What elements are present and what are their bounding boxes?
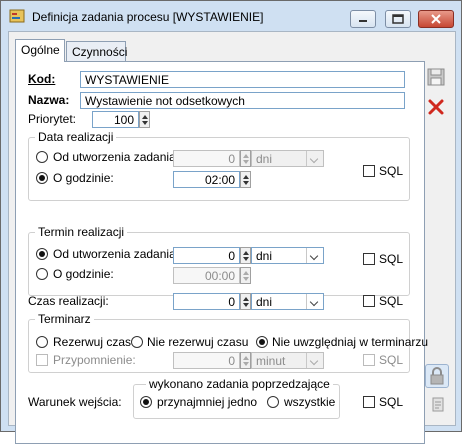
przypomnienie-spinner[interactable] [240, 352, 251, 369]
przypomnienie-label: Przypomnienie: [53, 353, 136, 367]
przynajmniej-jedno-label: przynajmniej jedno [157, 395, 258, 409]
data-sql-checkbox[interactable] [363, 165, 375, 177]
rezerwuj-czas-label: Rezerwuj czas [53, 335, 132, 349]
termin-od-radio[interactable] [36, 248, 48, 260]
warunek-sql-checkbox[interactable] [363, 396, 375, 408]
chevron-down-icon [306, 151, 323, 166]
tab-ogolne[interactable]: Ogólne [15, 39, 65, 62]
terminarz-sql-checkbox[interactable] [363, 354, 375, 366]
termin-realizacji-title: Termin realizacji [35, 225, 128, 239]
chevron-down-icon [306, 248, 323, 263]
nie-rezerwuj-czasu-label: Nie rezerwuj czasu [147, 335, 249, 349]
termin-o-godzinie-spinner[interactable] [240, 267, 251, 284]
lock-icon [430, 367, 444, 385]
general-panel: Kod: WYSTAWIENIE Nazwa: Wystawienie not … [15, 61, 429, 444]
nie-uwzgledniaj-label: Nie uwzględniaj w terminarzu [272, 335, 429, 349]
nazwa-label: Nazwa: [28, 93, 70, 107]
data-sql-label: SQL [379, 164, 404, 178]
data-od-label: Od utworzenia zadania: [53, 150, 180, 164]
czas-sql-label: SQL [379, 294, 404, 308]
nie-rezerwuj-czasu-radio[interactable] [131, 336, 143, 348]
data-od-radio[interactable] [36, 151, 48, 163]
przypomnienie-checkbox[interactable] [36, 354, 48, 366]
data-od-unit-select[interactable]: dni [251, 150, 324, 167]
termin-realizacji-group [28, 232, 410, 296]
lock-button[interactable] [425, 364, 449, 388]
document-history-icon [432, 397, 444, 412]
termin-od-field[interactable]: 0 [173, 247, 240, 264]
chevron-down-icon [306, 294, 323, 309]
kod-label: Kod: [28, 72, 56, 86]
process-task-icon [9, 9, 25, 23]
czas-sql-checkbox[interactable] [363, 295, 375, 307]
czas-realizacji-field[interactable]: 0 [173, 293, 240, 310]
kod-field[interactable]: WYSTAWIENIE [80, 71, 405, 88]
client-area: Ogólne Czynności Kod: WYSTAWIENIE Nazwa:… [8, 31, 456, 444]
close-button[interactable] [418, 10, 454, 28]
termin-o-godzinie-label: O godzinie: [53, 267, 114, 281]
termin-od-label: Od utworzenia zadania: [53, 247, 180, 261]
maximize-icon [392, 14, 404, 24]
data-realizacji-group [28, 137, 410, 201]
save-button[interactable] [425, 66, 447, 88]
czas-realizacji-label: Czas realizacji: [28, 294, 109, 308]
data-od-spinner[interactable] [240, 150, 251, 167]
dialog-window: Definicja zadania procesu [WYSTAWIENIE] … [0, 0, 462, 444]
termin-od-spinner[interactable] [240, 247, 251, 264]
document-history-button[interactable] [427, 393, 449, 415]
data-od-field[interactable]: 0 [173, 150, 240, 167]
window-title: Definicja zadania procesu [WYSTAWIENIE] [32, 10, 264, 24]
minimize-icon [359, 20, 367, 22]
title-bar[interactable]: Definicja zadania procesu [WYSTAWIENIE] [1, 1, 461, 31]
tab-czynnosci[interactable]: Czynności [66, 41, 128, 62]
termin-od-unit-select[interactable]: dni [251, 247, 324, 264]
priorytet-field[interactable]: 100 [92, 111, 139, 128]
terminarz-sql-label: SQL [379, 353, 404, 367]
terminarz-title: Terminarz [35, 312, 94, 326]
save-icon [427, 68, 445, 86]
termin-sql-label: SQL [379, 252, 404, 266]
nie-uwzgledniaj-radio[interactable] [256, 336, 268, 348]
przypomnienie-unit-select[interactable]: minut [251, 352, 324, 369]
rezerwuj-czas-radio[interactable] [36, 336, 48, 348]
czas-realizacji-unit-value: dni [256, 295, 273, 309]
warunek-label: Warunek wejścia: [28, 395, 122, 409]
warunek-group-title: wykonano zadania poprzedzające [146, 377, 333, 391]
data-o-godzinie-label: O godzinie: [53, 171, 114, 185]
wszystkie-radio[interactable] [267, 396, 279, 408]
przypomnienie-field[interactable]: 0 [173, 352, 240, 369]
chevron-down-icon [306, 353, 323, 368]
przynajmniej-jedno-radio[interactable] [140, 396, 152, 408]
data-realizacji-title: Data realizacji [35, 130, 117, 144]
termin-o-godzinie-field[interactable]: 00:00 [173, 267, 240, 284]
wszystkie-label: wszystkie [284, 395, 336, 409]
czas-realizacji-unit-select[interactable]: dni [251, 293, 324, 310]
warunek-sql-label: SQL [379, 395, 404, 409]
data-od-unit-value: dni [256, 152, 273, 166]
data-o-godzinie-spinner[interactable] [240, 171, 251, 188]
przypomnienie-unit-value: minut [256, 354, 286, 368]
delete-icon [428, 99, 444, 115]
termin-od-unit-value: dni [256, 249, 273, 263]
termin-sql-checkbox[interactable] [363, 253, 375, 265]
data-o-godzinie-radio[interactable] [36, 172, 48, 184]
data-o-godzinie-field[interactable]: 02:00 [173, 171, 240, 188]
nazwa-field[interactable]: Wystawienie not odsetkowych [80, 92, 405, 109]
minimize-button[interactable] [350, 10, 376, 28]
tab-label: Ogólne [21, 43, 60, 57]
tab-label: Czynności [72, 45, 128, 59]
delete-button[interactable] [425, 96, 447, 118]
priorytet-label: Priorytet: [28, 112, 77, 126]
czas-realizacji-spinner[interactable] [240, 293, 251, 310]
maximize-button[interactable] [385, 10, 411, 28]
close-icon [431, 14, 441, 24]
termin-o-godzinie-radio[interactable] [36, 268, 48, 280]
priorytet-spinner[interactable] [139, 111, 150, 128]
